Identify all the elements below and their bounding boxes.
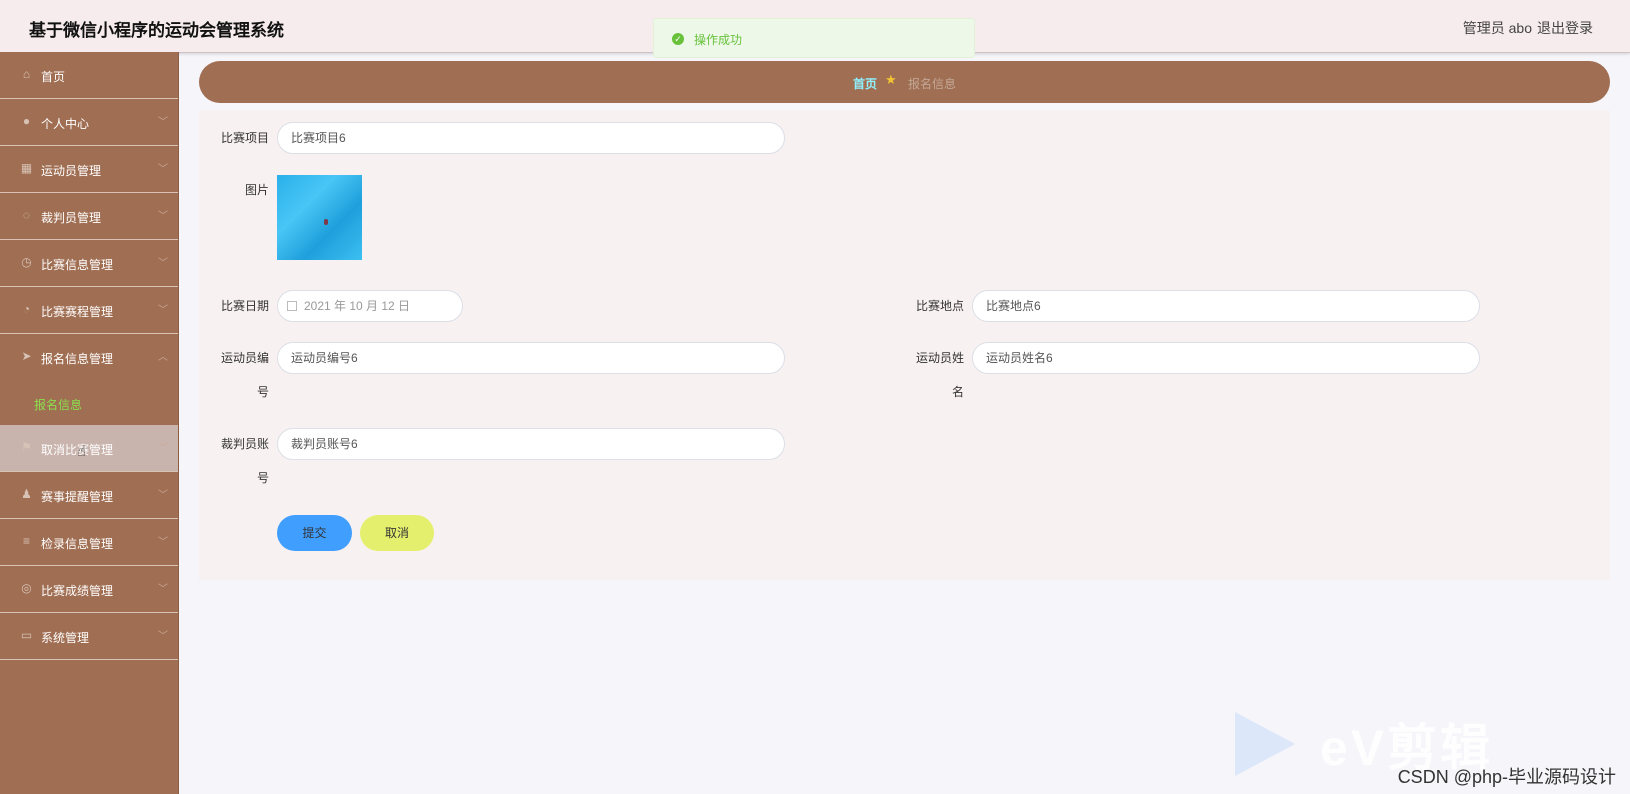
athlete-no-label-line1: 运动员编 <box>220 351 269 365</box>
athlete-name-label: 运动员姓名 <box>894 350 964 401</box>
chevron-down-icon: ﹀ <box>158 305 168 316</box>
send-icon: ➤ <box>21 349 32 363</box>
chevron-down-icon: ﹀ <box>158 211 168 222</box>
athlete-no-input[interactable]: 运动员编号6 <box>277 342 785 374</box>
athlete-no-label: 运动员编号 <box>199 350 269 401</box>
breadcrumb-home[interactable]: 首页 <box>853 75 877 92</box>
submit-button[interactable]: 提交 <box>277 515 352 551</box>
athlete-no-label-line2: 号 <box>256 385 269 399</box>
watermark-credit: CSDN @php-毕业源码设计 <box>1397 767 1616 787</box>
chevron-down-icon: ﹀ <box>158 164 168 175</box>
referee-icon: ◌ <box>22 208 31 222</box>
sidebar: ⌂ 首页 ● 个人中心 ﹀ ▦ 运动员管理 ﹀ ◌ 裁判员管理 ﹀ ◷ 比赛信息… <box>0 52 179 794</box>
swimming-pool-image <box>277 175 362 260</box>
place-input[interactable]: 比赛地点6 <box>972 290 1480 322</box>
sidebar-item-match-info[interactable]: ◷ 比赛信息管理 ﹀ <box>0 240 178 287</box>
current-user: 管理员 abo <box>1462 20 1532 36</box>
sidebar-item-label: 比赛成绩管理 <box>41 584 114 598</box>
athlete-name-label-line2: 名 <box>951 385 964 399</box>
home-icon: ⌂ <box>22 67 31 81</box>
referee-label: 裁判员账号 <box>199 436 269 487</box>
logout-link[interactable]: 退出登录 <box>1537 18 1593 38</box>
sidebar-item-label: 裁判员管理 <box>41 211 102 225</box>
sidebar-item-home[interactable]: ⌂ 首页 <box>0 52 178 99</box>
referee-label-line1: 裁判员账 <box>220 437 269 451</box>
chevron-down-icon: ﹀ <box>158 631 168 642</box>
person-icon: ♟ <box>21 487 32 501</box>
app-title: 基于微信小程序的运动会管理系统 <box>29 21 284 40</box>
sidebar-item-label: 检录信息管理 <box>41 537 114 551</box>
star-icon: ★ <box>885 72 897 87</box>
user-icon: ● <box>22 114 31 128</box>
globe-icon: ◎ <box>21 581 32 595</box>
compass-icon: ◔ <box>22 302 31 316</box>
chevron-down-icon: ﹀ <box>158 443 168 454</box>
place-label: 比赛地点 <box>915 299 964 313</box>
sidebar-item-cancel-match[interactable]: ⚑ 取消比赛管理 ﹀ ☝ <box>0 425 178 472</box>
referee-input[interactable]: 裁判员账号6 <box>277 428 785 460</box>
flag-icon: ⚑ <box>21 440 32 454</box>
referee-label-line2: 号 <box>256 471 269 485</box>
sidebar-item-reminders[interactable]: ♟ 赛事提醒管理 ﹀ <box>0 472 178 519</box>
form-panel: 比赛项目 比赛项目6 图片 比赛日期 2021 年 10 月 12 日 比赛地点… <box>199 110 1610 580</box>
sidebar-item-label: 比赛信息管理 <box>41 258 114 272</box>
cancel-button[interactable]: 取消 <box>360 515 434 551</box>
calendar-icon <box>287 301 297 311</box>
submenu-item-registration-info[interactable]: 报名信息 <box>0 381 178 425</box>
date-value: 2021 年 10 月 12 日 <box>304 299 411 313</box>
project-label: 比赛项目 <box>220 131 269 145</box>
athlete-name-input[interactable]: 运动员姓名6 <box>972 342 1480 374</box>
breadcrumb: 首页 ★ 报名信息 <box>199 61 1610 103</box>
sidebar-item-profile[interactable]: ● 个人中心 ﹀ <box>0 99 178 146</box>
chevron-up-icon: ︿ <box>158 352 168 363</box>
chevron-down-icon: ﹀ <box>158 117 168 128</box>
athlete-name-label-line1: 运动员姓 <box>915 351 964 365</box>
sidebar-item-checkin[interactable]: ≡ 检录信息管理 ﹀ <box>0 519 178 566</box>
breadcrumb-current: 报名信息 <box>908 77 957 91</box>
check-circle-icon: ✓ <box>672 33 684 45</box>
project-input[interactable]: 比赛项目6 <box>277 122 785 154</box>
success-toast: ✓ 操作成功 <box>653 18 975 58</box>
submenu-item-label: 报名信息 <box>34 398 83 412</box>
sidebar-item-results[interactable]: ◎ 比赛成绩管理 ﹀ <box>0 566 178 613</box>
sidebar-item-system[interactable]: ▭ 系统管理 ﹀ <box>0 613 178 660</box>
athlete-icon: ▦ <box>20 161 33 175</box>
play-logo-icon <box>1235 712 1295 776</box>
sidebar-item-label: 比赛赛程管理 <box>41 305 114 319</box>
date-picker[interactable]: 2021 年 10 月 12 日 <box>277 290 463 322</box>
sidebar-item-label: 赛事提醒管理 <box>41 490 114 504</box>
chevron-down-icon: ﹀ <box>158 490 168 501</box>
chevron-down-icon: ﹀ <box>158 537 168 548</box>
sidebar-item-schedule[interactable]: ◔ 比赛赛程管理 ﹀ <box>0 287 178 334</box>
chevron-down-icon: ﹀ <box>158 258 168 269</box>
hand-cursor-icon: ☝ <box>77 443 87 460</box>
chat-icon: ▭ <box>20 628 33 642</box>
sidebar-item-label: 运动员管理 <box>41 164 102 178</box>
sidebar-item-label: 系统管理 <box>41 631 90 645</box>
sidebar-item-label: 首页 <box>41 70 66 84</box>
sidebar-item-registration[interactable]: ➤ 报名信息管理 ︿ <box>0 334 178 381</box>
swimmer-figure <box>324 219 328 225</box>
sidebar-item-label: 个人中心 <box>41 117 90 131</box>
sidebar-item-label: 报名信息管理 <box>41 352 114 366</box>
chevron-down-icon: ﹀ <box>158 584 168 595</box>
date-label: 比赛日期 <box>220 299 269 313</box>
sidebar-item-athletes[interactable]: ▦ 运动员管理 ﹀ <box>0 146 178 193</box>
toast-message: 操作成功 <box>694 33 743 47</box>
image-label: 图片 <box>244 183 269 197</box>
clock-icon: ◷ <box>21 255 32 269</box>
sidebar-item-referees[interactable]: ◌ 裁判员管理 ﹀ <box>0 193 178 240</box>
list-icon: ≡ <box>22 534 30 548</box>
